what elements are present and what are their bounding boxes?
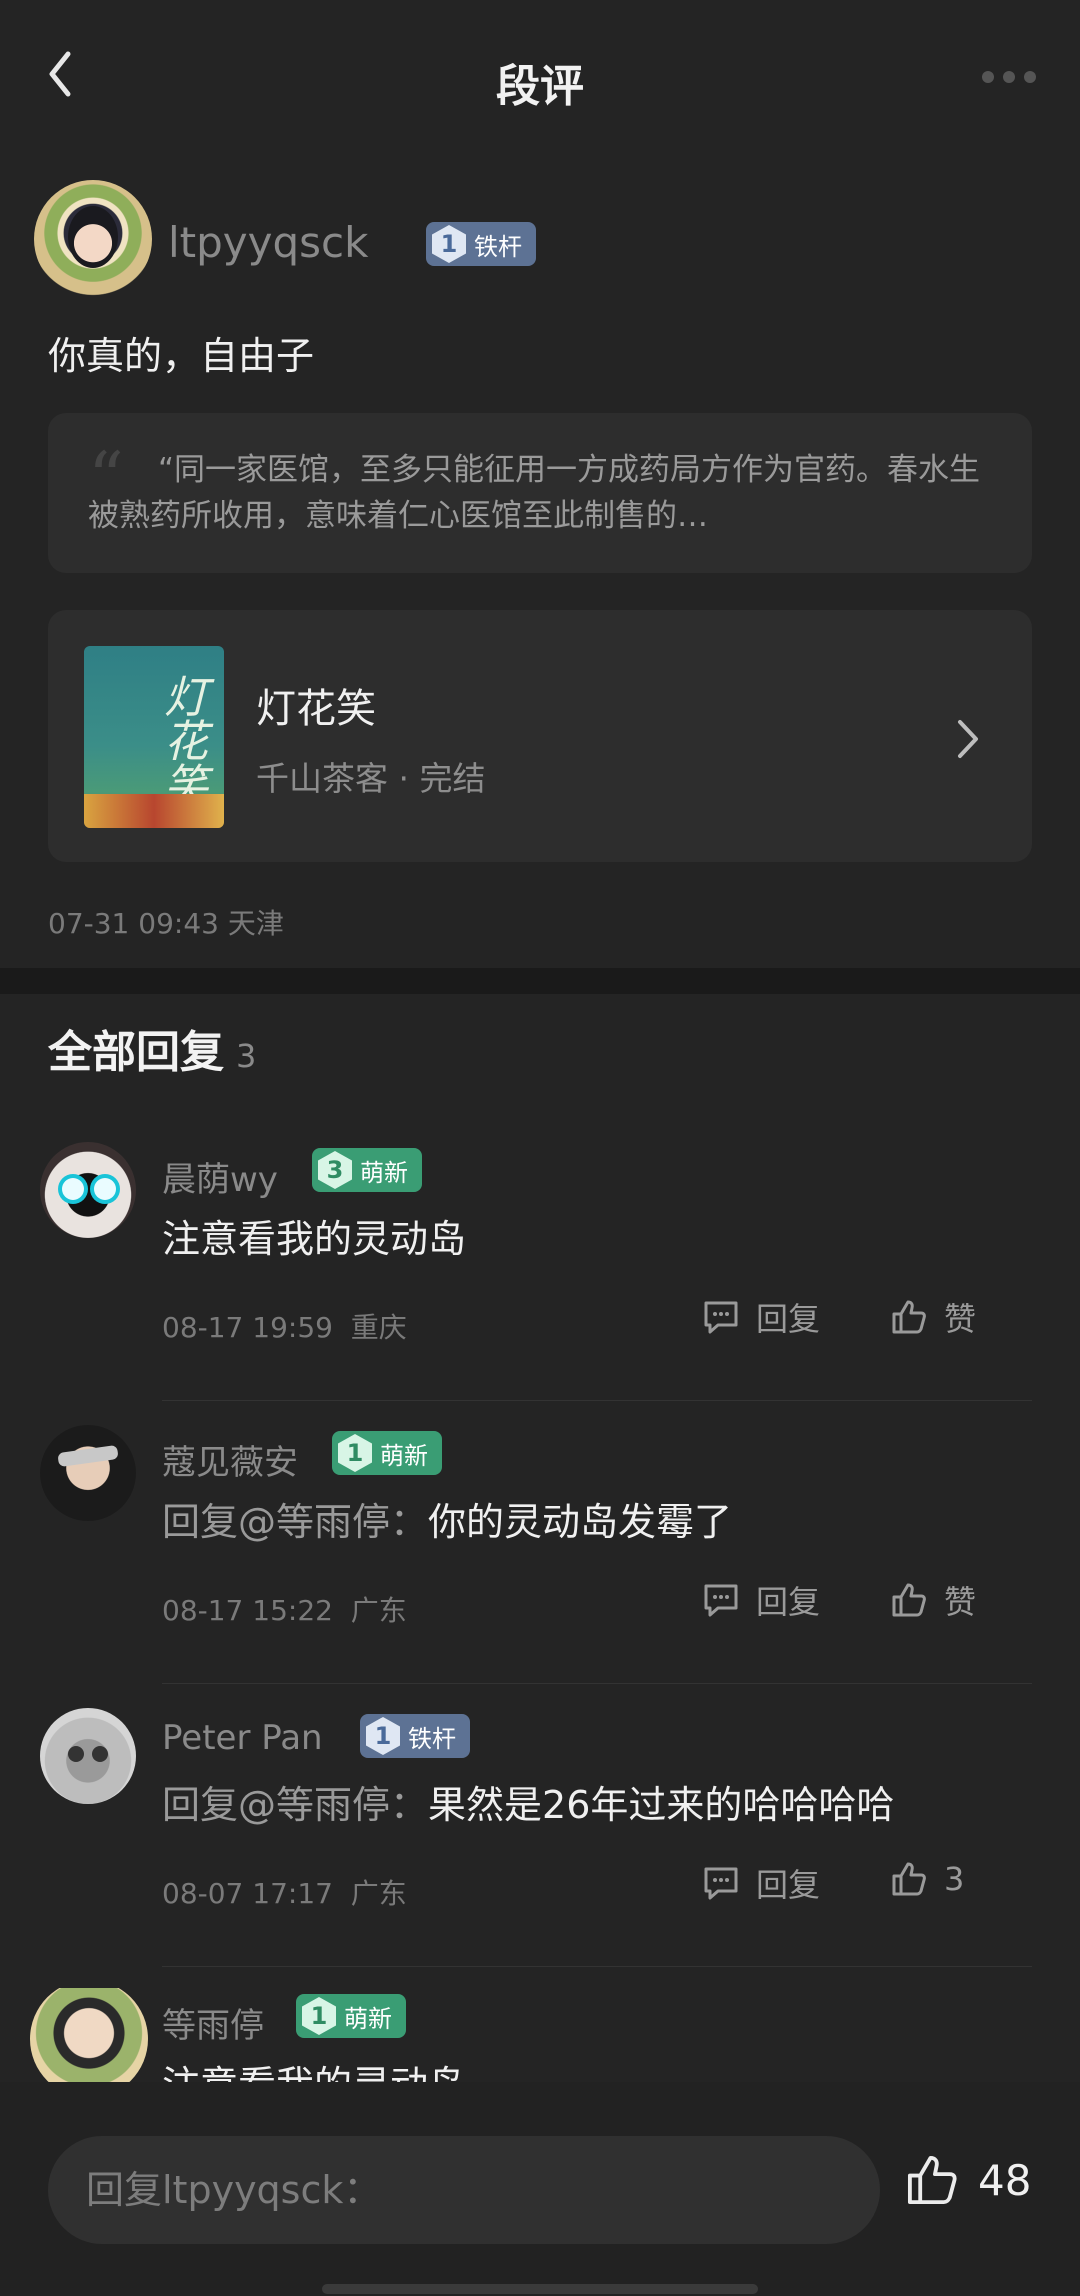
reply-input[interactable]: 回复ltpyyqsck： <box>48 2136 880 2244</box>
divider <box>162 1966 1032 1967</box>
level-label: 铁杆 <box>408 1724 456 1753</box>
reply-author-name[interactable]: 蔻见薇安 <box>162 1435 298 1484</box>
like-button[interactable]: 3 <box>890 1860 964 1898</box>
book-title: 灯花笑 <box>256 686 376 732</box>
reply-content[interactable]: 回复@等雨停：你的灵动岛发霉了 <box>162 1491 732 1546</box>
book-meta: 千山茶客 · 完结 <box>256 759 486 798</box>
reply-meta: 08-07 17:17 广东 <box>162 1872 407 1912</box>
reply-meta: 08-17 19:59 重庆 <box>162 1306 407 1346</box>
replies-header: 全部回复 3 <box>48 1016 256 1080</box>
post-like-button[interactable]: 48 <box>904 2152 1031 2208</box>
comment-icon <box>704 1584 738 1617</box>
page-title: 段评 <box>496 61 584 112</box>
reply-button-label: 回复 <box>756 1300 821 1338</box>
replies-title: 全部回复 <box>48 1027 224 1078</box>
reply-text: 果然是26年过来的哈哈哈哈 <box>428 1783 895 1827</box>
quote-text: “同一家医馆，至多只能征用一方成药局方作为官药。春水生被熟药所收用，意味着仁心医… <box>88 452 981 534</box>
chevron-right-icon <box>958 720 978 758</box>
reply-mention[interactable]: 回复@等雨停： <box>162 1500 428 1544</box>
reply-level-badge: 1 萌新 <box>296 1994 406 2038</box>
reply-avatar[interactable] <box>40 1708 136 1804</box>
quoted-passage[interactable]: “ “同一家医馆，至多只能征用一方成药局方作为官药。春水生被熟药所收用，意味着仁… <box>48 413 1032 573</box>
level-number: 1 <box>366 1717 400 1755</box>
reply-meta: 08-17 15:22 广东 <box>162 1589 407 1629</box>
author-avatar[interactable] <box>34 180 152 298</box>
bottom-reply-bar: 回复ltpyyqsck： 48 <box>0 2082 1080 2296</box>
reply-time: 08-07 17:17 <box>162 1877 333 1910</box>
replies-count: 3 <box>236 1037 257 1075</box>
reply-button-label: 回复 <box>756 1866 821 1904</box>
thumbs-up-icon <box>892 1583 926 1617</box>
reply-item: Peter Pan 1 铁杆 回复@等雨停：果然是26年过来的哈哈哈哈 08-0… <box>0 1708 1080 1988</box>
reply-item: 晨荫wy 3 萌新 注意看我的灵动岛 08-17 19:59 重庆 回复 赞 <box>0 1142 1080 1422</box>
comment-icon <box>704 1867 738 1900</box>
divider <box>162 1400 1032 1401</box>
reply-button[interactable]: 回复 <box>702 1577 820 1623</box>
post-author-row: ltpyyqsck 1 铁杆 <box>34 180 1034 300</box>
post-location: 天津 <box>227 907 284 940</box>
home-indicator <box>322 2284 758 2294</box>
reply-text: 注意看我的灵动岛 <box>162 2063 466 2082</box>
thumbs-up-icon <box>907 2155 957 2205</box>
reply-mention[interactable]: 回复@等雨停： <box>162 1783 428 1827</box>
reply-content[interactable]: 回复@等雨停：果然是26年过来的哈哈哈哈 <box>162 1774 894 1829</box>
reply-content[interactable]: 注意看我的灵动岛 <box>162 1208 466 1263</box>
reply-level-badge: 1 铁杆 <box>360 1714 470 1758</box>
reply-author-name[interactable]: 等雨停 <box>162 1998 264 2047</box>
reply-level-badge: 3 萌新 <box>312 1148 422 1192</box>
reply-button[interactable]: 回复 <box>702 1294 820 1340</box>
post-text: 你真的，自由子 <box>48 334 315 378</box>
thumbs-up-icon <box>892 1300 926 1334</box>
section-divider <box>0 968 1080 994</box>
post-like-count: 48 <box>978 2155 1032 2205</box>
level-number: 1 <box>432 225 466 263</box>
reply-avatar[interactable] <box>40 1142 136 1238</box>
reply-item: 蔻见薇安 1 萌新 回复@等雨停：你的灵动岛发霉了 08-17 15:22 广东… <box>0 1425 1080 1705</box>
divider <box>162 1683 1032 1684</box>
thumbs-up-icon <box>892 1862 926 1896</box>
author-level-badge: 1 铁杆 <box>426 222 536 266</box>
reply-item: 等雨停 1 萌新 注意看我的灵动岛 <box>0 1988 1080 2082</box>
like-label: 赞 <box>944 1583 977 1621</box>
like-button[interactable]: 赞 <box>890 1294 976 1340</box>
level-label: 铁杆 <box>474 232 522 261</box>
reply-avatar[interactable] <box>40 1425 136 1521</box>
reply-content[interactable]: 注意看我的灵动岛 <box>162 2054 466 2082</box>
reply-button[interactable]: 回复 <box>702 1860 820 1906</box>
reply-button-label: 回复 <box>756 1583 821 1621</box>
reply-location: 广东 <box>350 1594 407 1627</box>
post-time: 07-31 09:43 <box>48 907 219 940</box>
level-label: 萌新 <box>380 1441 428 1470</box>
reply-author-name[interactable]: 晨荫wy <box>162 1152 278 1201</box>
post-meta: 07-31 09:43 天津 <box>48 902 284 942</box>
book-card[interactable]: 灯花笑 灯花笑 千山茶客 · 完结 <box>48 610 1032 862</box>
level-label: 萌新 <box>360 1158 408 1187</box>
reply-text: 注意看我的灵动岛 <box>162 1217 467 1261</box>
like-label: 赞 <box>944 1300 977 1338</box>
author-name[interactable]: ltpyyqsck <box>168 218 368 267</box>
more-button[interactable] <box>974 62 1044 92</box>
reply-time: 08-17 15:22 <box>162 1594 333 1627</box>
comment-icon <box>704 1301 738 1334</box>
top-bar: 段评 <box>0 0 1080 155</box>
reply-time: 08-17 19:59 <box>162 1311 333 1344</box>
reply-avatar[interactable] <box>30 1988 148 2082</box>
reply-location: 广东 <box>350 1877 407 1910</box>
reply-level-badge: 1 萌新 <box>332 1431 442 1475</box>
like-button[interactable]: 赞 <box>890 1577 976 1623</box>
like-count: 3 <box>944 1860 965 1898</box>
more-dots-icon <box>982 71 994 83</box>
level-number: 3 <box>318 1151 352 1189</box>
level-number: 1 <box>302 1997 336 2035</box>
level-label: 萌新 <box>344 2004 392 2033</box>
reply-location: 重庆 <box>350 1311 407 1344</box>
reply-text: 你的灵动岛发霉了 <box>428 1500 733 1544</box>
book-cover: 灯花笑 <box>84 646 224 828</box>
reply-author-name[interactable]: Peter Pan <box>162 1718 323 1758</box>
level-number: 1 <box>338 1434 372 1472</box>
